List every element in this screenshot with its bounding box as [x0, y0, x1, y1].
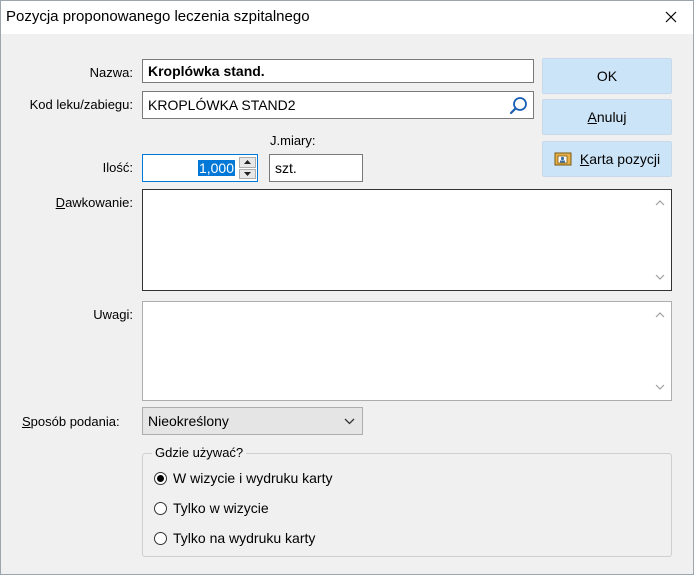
radio-button[interactable]	[154, 501, 167, 515]
dawkowanie-textarea[interactable]	[142, 189, 672, 291]
radio-label: Tylko w wizycie	[173, 500, 269, 516]
ilosc-label: Ilość:	[102, 160, 133, 175]
where-group: Gdzie używać? W wizycie i wydruku karty …	[142, 445, 672, 557]
kod-value: KROPLÓWKA STAND2	[148, 97, 296, 113]
radio-button[interactable]	[154, 531, 167, 545]
sposob-value: Nieokreślony	[148, 413, 229, 429]
uwagi-textarea[interactable]	[142, 301, 672, 401]
dialog-body: Nazwa: Kroplówka stand. Kod leku/zabiegu…	[1, 34, 693, 574]
scroll-down-icon[interactable]	[655, 272, 665, 282]
card-button[interactable]: Karta pozycji	[542, 141, 672, 177]
chevron-down-icon	[344, 418, 355, 425]
radio-button[interactable]	[154, 471, 167, 485]
ilosc-stepper[interactable]: 1,000	[142, 154, 258, 182]
title-bar: Pozycja proponowanego leczenia szpitalne…	[0, 0, 694, 34]
spin-down-icon	[244, 171, 251, 176]
spin-down-button[interactable]	[239, 168, 256, 179]
cancel-button-label: Anuluj	[587, 109, 627, 125]
nazwa-label: Nazwa:	[89, 65, 133, 80]
search-icon	[509, 97, 527, 115]
scroll-down-icon[interactable]	[655, 382, 665, 392]
jmiary-label: J.miary:	[270, 133, 316, 148]
radio-option[interactable]: Tylko w wizycie	[154, 500, 269, 516]
nazwa-value: Kroplówka stand.	[148, 63, 265, 79]
card-button-label: Karta pozycji	[579, 151, 661, 167]
radio-label: Tylko na wydruku karty	[173, 530, 316, 546]
ilosc-value: 1,000	[197, 160, 235, 176]
sposob-select[interactable]: Nieokreślony	[142, 407, 363, 435]
nazwa-field[interactable]: Kroplówka stand.	[142, 59, 534, 83]
spin-up-icon	[244, 160, 251, 165]
spin-up-button[interactable]	[239, 157, 256, 168]
radio-option[interactable]: W wizycie i wydruku karty	[154, 470, 332, 486]
scroll-up-icon[interactable]	[655, 310, 665, 320]
cancel-button[interactable]: Anuluj	[542, 99, 672, 135]
close-icon	[665, 11, 677, 23]
where-group-title: Gdzie używać?	[152, 445, 247, 460]
radio-option[interactable]: Tylko na wydruku karty	[154, 530, 315, 546]
search-button[interactable]	[509, 96, 529, 119]
close-button[interactable]	[648, 0, 694, 34]
dawkowanie-label: Dawkowanie:	[55, 195, 133, 210]
kod-label: Kod leku/zabiegu:	[29, 97, 133, 112]
window-title: Pozycja proponowanego leczenia szpitalne…	[6, 8, 310, 25]
kod-field[interactable]: KROPLÓWKA STAND2	[142, 91, 534, 119]
jmiary-field[interactable]: szt.	[269, 154, 363, 182]
ok-button-label: OK	[596, 68, 618, 84]
ok-button[interactable]: OK	[542, 58, 672, 94]
sposob-label: Sposób podania:	[22, 414, 120, 429]
uwagi-label: Uwagi:	[93, 307, 133, 322]
card-icon	[554, 152, 572, 166]
scroll-up-icon[interactable]	[655, 198, 665, 208]
jmiary-value: szt.	[275, 160, 297, 176]
radio-label: W wizycie i wydruku karty	[173, 470, 333, 486]
